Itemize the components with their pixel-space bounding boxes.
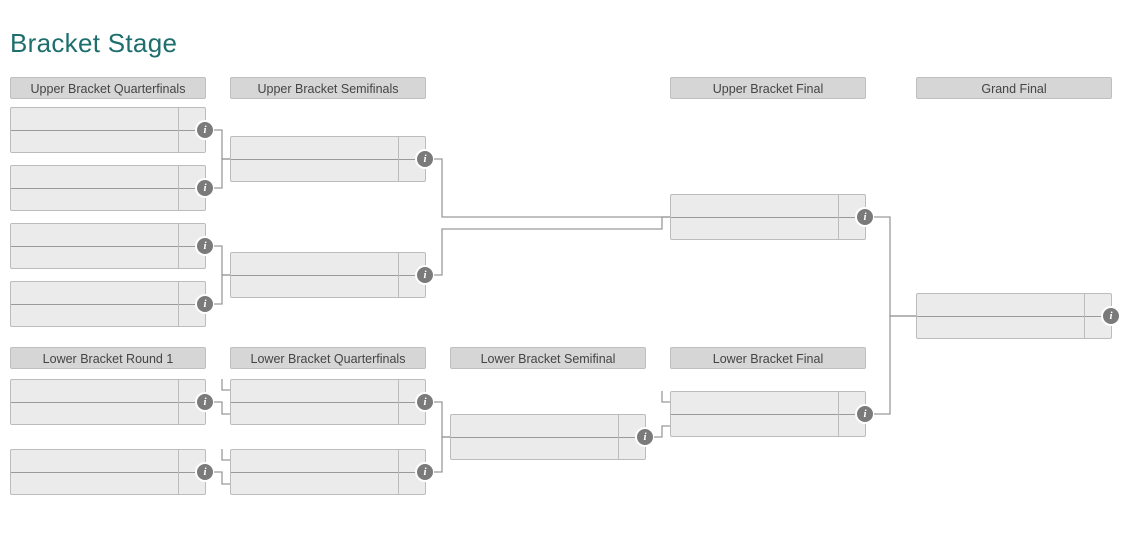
info-icon[interactable]: i (1103, 308, 1119, 324)
score-divider (398, 450, 399, 494)
team-name (17, 450, 173, 472)
score-divider (398, 380, 399, 424)
team-name (677, 392, 833, 414)
match-divider (231, 402, 425, 403)
match-lower-final[interactable]: i (670, 391, 866, 437)
info-icon[interactable]: i (197, 394, 213, 410)
team-name (457, 437, 613, 459)
match-upper-qf-3[interactable]: i (10, 223, 206, 269)
round-header-lower-sf: Lower Bracket Semifinal (450, 347, 646, 369)
info-icon[interactable]: i (637, 429, 653, 445)
score-divider (178, 108, 179, 152)
score-divider (398, 137, 399, 181)
team-name (17, 282, 173, 304)
team-name (237, 380, 393, 402)
round-header-lower-r1: Lower Bracket Round 1 (10, 347, 206, 369)
bracket-stage: Upper Bracket Quarterfinals Upper Bracke… (10, 77, 1120, 529)
team-name (17, 108, 173, 130)
score-divider (398, 253, 399, 297)
info-icon[interactable]: i (197, 464, 213, 480)
team-name (677, 414, 833, 436)
info-icon[interactable]: i (197, 180, 213, 196)
team-name (677, 217, 833, 239)
team-name (923, 316, 1079, 338)
round-header-grand-final: Grand Final (916, 77, 1112, 99)
score-divider (178, 450, 179, 494)
score-divider (618, 415, 619, 459)
team-name (17, 130, 173, 152)
info-icon[interactable]: i (197, 238, 213, 254)
round-header-lower-f: Lower Bracket Final (670, 347, 866, 369)
team-name (17, 380, 173, 402)
match-divider (231, 275, 425, 276)
round-header-lower-qf: Lower Bracket Quarterfinals (230, 347, 426, 369)
match-lower-sf[interactable]: i (450, 414, 646, 460)
match-grand-final[interactable]: i (916, 293, 1112, 339)
match-lower-qf-2[interactable]: i (230, 449, 426, 495)
team-name (237, 450, 393, 472)
team-name (237, 275, 393, 297)
team-name (237, 402, 393, 424)
match-upper-qf-2[interactable]: i (10, 165, 206, 211)
score-divider (838, 392, 839, 436)
match-divider (231, 472, 425, 473)
team-name (237, 137, 393, 159)
match-upper-qf-4[interactable]: i (10, 281, 206, 327)
match-lower-r1-1[interactable]: i (10, 379, 206, 425)
team-name (923, 294, 1079, 316)
team-name (17, 188, 173, 210)
round-header-upper-f: Upper Bracket Final (670, 77, 866, 99)
match-divider (11, 246, 205, 247)
info-icon[interactable]: i (417, 394, 433, 410)
match-upper-sf-2[interactable]: i (230, 252, 426, 298)
score-divider (178, 224, 179, 268)
match-upper-sf-1[interactable]: i (230, 136, 426, 182)
match-divider (231, 159, 425, 160)
match-divider (451, 437, 645, 438)
team-name (457, 415, 613, 437)
score-divider (838, 195, 839, 239)
score-divider (178, 380, 179, 424)
team-name (17, 246, 173, 268)
score-divider (178, 282, 179, 326)
round-header-upper-qf: Upper Bracket Quarterfinals (10, 77, 206, 99)
team-name (237, 253, 393, 275)
team-name (677, 195, 833, 217)
info-icon[interactable]: i (197, 296, 213, 312)
match-divider (11, 304, 205, 305)
page-title: Bracket Stage (10, 28, 1120, 59)
info-icon[interactable]: i (197, 122, 213, 138)
match-divider (11, 402, 205, 403)
match-divider (671, 414, 865, 415)
team-name (17, 166, 173, 188)
match-lower-qf-1[interactable]: i (230, 379, 426, 425)
team-name (17, 224, 173, 246)
info-icon[interactable]: i (857, 209, 873, 225)
team-name (17, 402, 173, 424)
match-lower-r1-2[interactable]: i (10, 449, 206, 495)
info-icon[interactable]: i (417, 151, 433, 167)
match-divider (917, 316, 1111, 317)
team-name (17, 472, 173, 494)
match-divider (671, 217, 865, 218)
score-divider (1084, 294, 1085, 338)
match-divider (11, 188, 205, 189)
match-divider (11, 130, 205, 131)
team-name (17, 304, 173, 326)
match-upper-qf-1[interactable]: i (10, 107, 206, 153)
info-icon[interactable]: i (417, 464, 433, 480)
info-icon[interactable]: i (417, 267, 433, 283)
info-icon[interactable]: i (857, 406, 873, 422)
team-name (237, 472, 393, 494)
score-divider (178, 166, 179, 210)
match-divider (11, 472, 205, 473)
team-name (237, 159, 393, 181)
match-upper-final[interactable]: i (670, 194, 866, 240)
round-header-upper-sf: Upper Bracket Semifinals (230, 77, 426, 99)
